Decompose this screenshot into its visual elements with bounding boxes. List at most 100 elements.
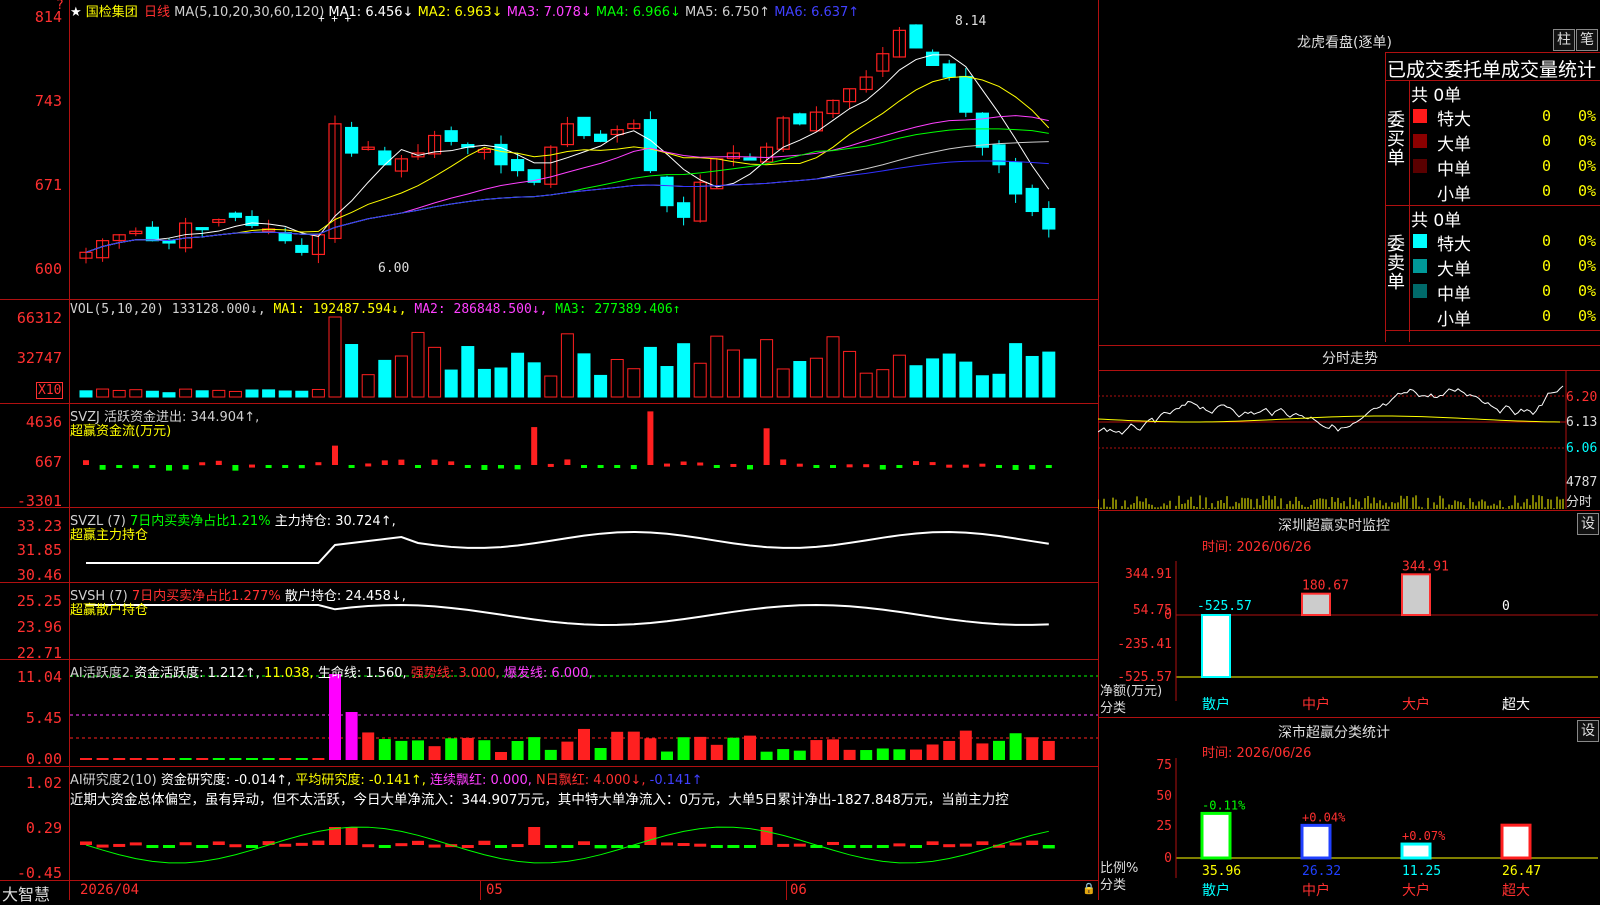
volume-bar	[1042, 351, 1056, 398]
class-chart[interactable]: 75 50 25 0 -0.11% 35.96 散户 +0.04% 26.32 中户 +0.07% 1…	[1098, 718, 1600, 900]
svzl-tick-1: 33.23	[16, 517, 62, 535]
sell-row-count-2: 0	[1542, 282, 1552, 300]
ai2-bar	[959, 843, 972, 847]
ai2-bar	[860, 845, 873, 848]
ai1-bar	[511, 740, 524, 760]
volume-bar	[345, 344, 359, 398]
fenshi-p3: 6.06	[1566, 441, 1598, 456]
ai2-bar	[345, 827, 358, 845]
candle-body	[195, 227, 209, 231]
ai1-bar	[279, 758, 292, 760]
svzj-bar	[697, 462, 704, 466]
svsh-label3: 散户持仓: 24.458↓,	[284, 589, 406, 604]
sell-row-count-1: 0	[1542, 257, 1552, 275]
ai2-bar	[893, 843, 906, 847]
dragon-vline-2	[1409, 80, 1410, 342]
ai1-bar	[378, 739, 391, 760]
monitor-bar	[1301, 592, 1331, 617]
ma1-line	[85, 54, 1050, 253]
ai1-bar	[1009, 733, 1022, 760]
ai2-bar	[744, 845, 756, 848]
svzl-line	[86, 530, 1049, 564]
ai2-bar	[943, 844, 956, 848]
svzj-bar	[996, 465, 1002, 468]
volume-bar	[975, 375, 989, 398]
volume-bar	[560, 333, 574, 398]
ai2-bar	[876, 845, 889, 848]
ai1-bar	[262, 758, 275, 760]
svzl-tick-3: 30.46	[16, 566, 62, 584]
svzj-bar	[298, 465, 305, 469]
tick-mode-button[interactable]: 笔	[1576, 29, 1598, 51]
ai1-bar	[495, 751, 507, 760]
ai1-label6: 爆发线: 6.000,	[503, 666, 593, 681]
candle-body	[942, 63, 956, 78]
volume-bar	[809, 357, 823, 398]
ai1-bar	[1026, 737, 1039, 760]
ai1-bar	[129, 758, 142, 760]
volume-bar	[577, 353, 591, 398]
fenshi-p1: 6.20	[1566, 390, 1598, 405]
bar-mode-button[interactable]: 柱	[1553, 29, 1575, 51]
sell-row-count-3: 0	[1542, 307, 1552, 325]
ma5-value: MA5: 6.750↑	[685, 5, 771, 20]
buy-row-swatch-2	[1413, 159, 1427, 173]
candle-body	[959, 75, 973, 113]
star-icon[interactable]: ★	[70, 5, 82, 20]
volume-bar	[311, 388, 325, 398]
volume-bar	[892, 354, 906, 398]
ai2-bar	[544, 845, 557, 848]
vol-tick-1: 66312	[16, 309, 62, 327]
volume-bar	[693, 362, 707, 398]
ai2-bar	[146, 845, 159, 848]
ai2-bar	[378, 845, 391, 848]
ai1-label1: AI活跃度2	[70, 666, 130, 681]
ai2-bar	[528, 827, 541, 845]
ai2-bar	[710, 845, 723, 848]
buy-row-count-1: 0	[1542, 132, 1552, 150]
volume-bar	[461, 346, 475, 398]
volume-bar	[394, 355, 408, 398]
fenshi-chart[interactable]	[1098, 371, 1600, 509]
ai1-bar	[611, 731, 624, 760]
monitor-chart[interactable]: 344.9154.750-235.41-525.57-525.57散户180.6…	[1098, 511, 1600, 716]
ai2-bar	[594, 845, 607, 849]
ai2-bar	[793, 843, 806, 847]
candle-body	[162, 240, 176, 244]
volume-bar	[112, 389, 126, 398]
lock-icon[interactable]: 🔒	[1082, 882, 1096, 895]
svzj-bar	[813, 465, 820, 468]
svzj-bar	[182, 465, 189, 470]
ai2-bar	[279, 843, 292, 847]
svzj-bar	[913, 461, 919, 465]
candle-body	[593, 133, 608, 142]
ai2-bar	[362, 844, 375, 848]
ai1-bar	[428, 746, 441, 760]
svzj-bar	[664, 463, 670, 467]
ai1-bar	[295, 758, 308, 760]
ma3-value: MA3: 7.078↓	[506, 5, 592, 20]
volume-bar	[262, 389, 276, 398]
svzl-label3: 主力持仓: 30.724↑,	[274, 514, 396, 529]
ai1-bar	[893, 749, 906, 760]
ai2-bar	[395, 843, 408, 847]
fenshi-top-line	[1098, 345, 1600, 346]
period-label[interactable]: 日线	[144, 5, 170, 20]
buy-row-name-3: 小单	[1437, 185, 1471, 205]
sell-row-swatch-1	[1413, 259, 1427, 273]
svzj-bar	[282, 465, 289, 468]
ai1-bar	[710, 744, 723, 760]
vol-ma3: MA3: 277389.406↑	[555, 302, 681, 317]
svzj-bar	[464, 465, 471, 468]
fenshi-vol-label: 分时	[1566, 495, 1593, 510]
ai2-bar	[677, 843, 690, 847]
svzj-bar	[431, 459, 438, 465]
volume-bar	[295, 390, 309, 398]
candle-body	[577, 116, 591, 137]
dragon-line-4	[1385, 330, 1600, 331]
ai1-bar	[993, 740, 1005, 760]
ai1-bar	[727, 737, 740, 760]
candle-body	[278, 232, 292, 242]
svzj-bar	[879, 465, 886, 470]
kline-chart[interactable]	[0, 0, 1098, 900]
